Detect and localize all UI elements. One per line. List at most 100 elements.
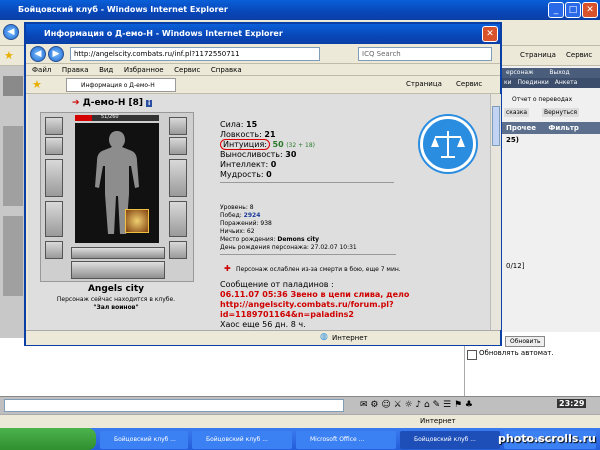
main-status-bar: Интернет	[0, 414, 600, 429]
game-clock: 23:29	[557, 399, 587, 408]
main-status-zone: Интернет	[420, 417, 456, 425]
popup-title-bar: Информация о Д-емо-Н - Windows Internet …	[26, 24, 500, 44]
chat-input[interactable]	[4, 399, 344, 412]
popup-content: ➔ Д-емо-Н [8] i 51/260 Angels city Персо…	[28, 94, 490, 330]
popup-status-zone: Интернет	[332, 334, 368, 342]
weapon-slot[interactable]	[45, 159, 63, 197]
toolbar-icon[interactable]: ✉ ⚙ ☺ ⚔ ☼ ♪ ⌂ ✎ ☰ ⚑ ♣	[360, 400, 473, 410]
back-link-button[interactable]: Вернуться	[542, 108, 580, 117]
stat-strength: Сила: 15	[220, 120, 258, 129]
popup-scrollbar[interactable]	[490, 94, 501, 330]
popup-forward-icon[interactable]: ▶	[48, 46, 64, 62]
weakness-text: Персонаж ослаблен из-за смерти в бою, ещ…	[236, 266, 401, 273]
city-label: Angels city	[87, 284, 145, 294]
item-icon	[3, 216, 23, 296]
main-window-title: Бойцовский клуб - Windows Internet Explo…	[18, 5, 228, 14]
taskbar-item[interactable]: Бойцовский клуб ...	[100, 431, 188, 449]
taskbar-item[interactable]: Бойцовский клуб ...	[192, 431, 292, 449]
align-arrow-icon: ➔	[72, 98, 80, 108]
info-level: Уровень: 8	[220, 204, 254, 211]
earring-slot[interactable]	[169, 117, 187, 135]
popup-service-menu[interactable]: Сервис	[456, 80, 482, 88]
popup-tab[interactable]: Информация о Д-емо-Н	[66, 78, 176, 92]
paladin-message-header: Сообщение от паладинов :	[220, 280, 334, 289]
paladin-message-link[interactable]: http://angelscity.combats.ru/forum.pl?	[220, 300, 394, 309]
chaos-text: Хаос еще 56 дн. 8 ч.	[220, 320, 306, 329]
shield-slot[interactable]	[169, 159, 187, 197]
watermark: photo.scrolls.ru	[498, 432, 596, 445]
menu-tools[interactable]: Сервис	[174, 65, 200, 76]
armor-slot[interactable]	[45, 201, 63, 237]
popup-browser-window: Информация о Д-емо-Н - Windows Internet …	[24, 22, 502, 346]
pants-slot[interactable]	[71, 261, 165, 279]
belt-slot[interactable]	[45, 241, 63, 259]
character-name[interactable]: Д-емо-Н	[83, 98, 126, 108]
menu-favorites[interactable]: Избранное	[124, 65, 164, 76]
popup-search-field[interactable]: ICQ Search	[358, 47, 492, 61]
boots-slot[interactable]	[169, 241, 187, 259]
stat-intellect: Интеллект: 0	[220, 160, 277, 169]
paladin-message-link-id[interactable]: id=1189701164&n=paladins2	[220, 310, 354, 319]
popup-close-button[interactable]: ✕	[482, 26, 498, 42]
popup-url-field[interactable]: http://angelscity.combats.ru/inf.pl?1172…	[70, 47, 320, 61]
tab-shops[interactable]: ки	[504, 79, 512, 86]
scales-icon	[431, 131, 465, 158]
auto-refresh-checkbox[interactable]	[467, 350, 477, 360]
gloves-slot[interactable]	[169, 201, 187, 237]
report-link[interactable]: Отчет о переводах	[512, 96, 572, 103]
amulet-slot[interactable]	[45, 137, 63, 155]
divider	[220, 254, 396, 255]
menu-help[interactable]: Справка	[211, 65, 242, 76]
divider	[220, 182, 394, 183]
hp-bar: 51/260	[75, 114, 159, 121]
main-service-menu[interactable]: Сервис	[566, 51, 592, 59]
info-icon[interactable]: i	[146, 100, 153, 107]
hp-text: 51/260	[101, 114, 119, 120]
main-page-menu[interactable]: Страница	[520, 51, 556, 59]
popup-menu-bar: Файл Правка Вид Избранное Сервис Справка	[26, 64, 500, 76]
hint-button[interactable]: сказка	[504, 108, 530, 117]
menu-file[interactable]: Файл	[32, 65, 51, 76]
popup-back-icon[interactable]: ◀	[30, 46, 46, 62]
taskbar-item[interactable]: Бойцовский клуб ...	[400, 431, 500, 449]
character-image	[75, 123, 159, 243]
info-losses: Поражений: 938	[220, 220, 272, 227]
main-title-bar: Бойцовский клуб - Windows Internet Explo…	[0, 0, 600, 20]
item-count: 25)	[506, 136, 519, 144]
helmet-slot[interactable]	[45, 117, 63, 135]
menu-view[interactable]: Вид	[99, 65, 113, 76]
refresh-button[interactable]: Обновить	[505, 336, 546, 347]
popup-page-menu[interactable]: Страница	[406, 80, 442, 88]
info-draws: Ничьих: 62	[220, 228, 255, 235]
tab-profile[interactable]: Анкета	[555, 79, 578, 86]
weakness-icon: ✚	[224, 264, 231, 273]
popup-status-bar: ◍ Интернет	[26, 330, 500, 345]
item-icon	[3, 76, 23, 96]
tab-character[interactable]: ерсонаж	[506, 69, 533, 76]
rings-row[interactable]	[71, 247, 165, 259]
menu-edit[interactable]: Правка	[62, 65, 89, 76]
back-icon[interactable]: ◀	[3, 24, 19, 40]
maximize-button[interactable]: □	[565, 2, 581, 18]
pet-icon[interactable]	[125, 209, 149, 233]
close-button[interactable]: ✕	[582, 2, 598, 18]
stat-wisdom: Мудрость: 0	[220, 170, 272, 179]
tab-exit[interactable]: Выход	[549, 69, 569, 76]
other-label[interactable]: Прочее	[506, 124, 536, 132]
taskbar-item[interactable]: Microsoft Office ...	[296, 431, 396, 449]
item-icon	[3, 126, 23, 206]
tab-duels[interactable]: Поединки	[517, 79, 548, 86]
filter-label[interactable]: Фильтр	[548, 124, 578, 132]
location-text: Персонаж сейчас находится в клубе.	[56, 296, 176, 303]
paladin-seal-icon[interactable]	[420, 116, 476, 172]
start-button[interactable]	[0, 428, 96, 450]
favorites-star-icon[interactable]: ★	[32, 78, 42, 91]
popup-window-title: Информация о Д-емо-Н - Windows Internet …	[44, 29, 283, 38]
stat-endurance: Выносливость: 30	[220, 150, 297, 159]
paladin-message-line: 06.11.07 05:36 Звено в цепи слива, дело	[220, 290, 410, 299]
minimize-button[interactable]: _	[548, 2, 564, 18]
character-level: [8]	[128, 98, 144, 108]
favorites-star-icon[interactable]: ★	[4, 49, 14, 62]
ring-slot[interactable]	[169, 137, 187, 155]
scroll-thumb[interactable]	[492, 106, 500, 146]
